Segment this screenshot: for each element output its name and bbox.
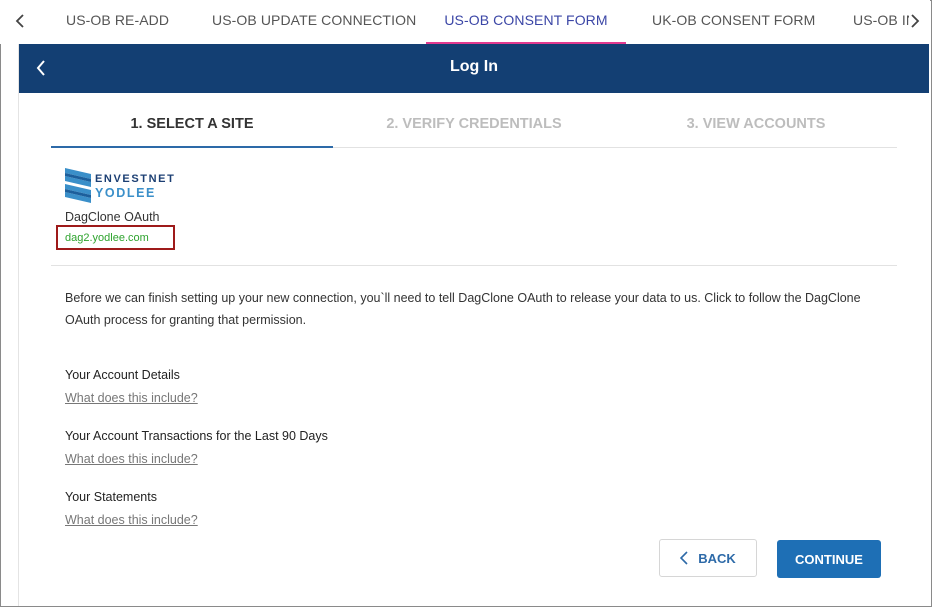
back-button[interactable]: BACK [659, 539, 757, 577]
detail-statements-title: Your Statements [65, 490, 157, 504]
detail-transactions-link[interactable]: What does this include? [65, 452, 198, 466]
tab-us-ob-in[interactable]: US-OB IN [853, 0, 909, 44]
divider [51, 265, 897, 266]
step-verify-credentials: 2. VERIFY CREDENTIALS [386, 116, 562, 132]
tab-scroll-right-icon[interactable] [905, 10, 925, 32]
login-panel: Log In 1. SELECT A SITE 2. VERIFY CREDEN… [18, 44, 929, 606]
page-title: Log In [450, 58, 498, 75]
site-url-link[interactable]: dag2.yodlee.com [65, 232, 149, 244]
detail-statements-link[interactable]: What does this include? [65, 513, 198, 527]
logo-text-yodlee: YODLEE [95, 186, 156, 200]
envestnet-yodlee-logo: ENVESTNET YODLEE [65, 168, 175, 203]
tab-scroll-left-icon[interactable] [10, 10, 30, 32]
tab-uk-ob-consent-form[interactable]: UK-OB CONSENT FORM [652, 0, 815, 44]
header-bar: Log In [19, 44, 929, 93]
detail-account-details-link[interactable]: What does this include? [65, 391, 198, 405]
detail-account-details-title: Your Account Details [65, 368, 180, 382]
tab-strip: US-OB RE-ADD US-OB UPDATE CONNECTION US-… [0, 0, 930, 44]
continue-button[interactable]: CONTINUE [777, 540, 881, 578]
tab-us-ob-consent-form[interactable]: US-OB CONSENT FORM [426, 0, 626, 44]
step-select-site: 1. SELECT A SITE [51, 93, 333, 148]
tab-us-ob-re-add[interactable]: US-OB RE-ADD [66, 0, 169, 44]
step-view-accounts: 3. VIEW ACCOUNTS [686, 116, 826, 132]
logo-text-envestnet: ENVESTNET [95, 173, 175, 185]
stepper: 1. SELECT A SITE 2. VERIFY CREDENTIALS 3… [51, 93, 897, 148]
consent-description: Before we can finish setting up your new… [65, 291, 861, 327]
back-button-label: BACK [698, 550, 736, 566]
tab-us-ob-update-connection[interactable]: US-OB UPDATE CONNECTION [212, 0, 416, 44]
site-name: DagClone OAuth [65, 210, 160, 224]
detail-transactions-title: Your Account Transactions for the Last 9… [65, 429, 328, 443]
chevron-left-icon [680, 551, 688, 565]
